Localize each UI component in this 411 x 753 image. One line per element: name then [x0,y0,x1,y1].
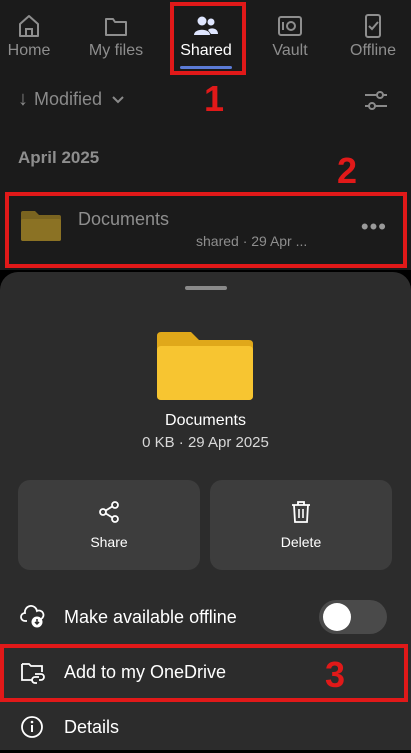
delete-label: Delete [280,534,322,550]
arrow-down-icon: ↓ [18,88,28,110]
cloud-download-icon [20,605,45,628]
share-label: Share [90,534,128,550]
folder-icon [157,332,253,400]
make-offline-item[interactable]: Make available offline [0,591,411,643]
toggle-knob [323,603,351,631]
tab-offline-label: Offline [350,42,396,59]
annotation-box-3 [0,644,408,702]
sheet-item-name: Documents [165,412,246,429]
annotation-number-2: 2 [337,150,358,191]
annotation-box-1 [170,2,246,75]
tab-my-files-label: My files [88,42,144,59]
share-icon [99,501,119,523]
annotation-number-1: 1 [204,78,225,119]
annotation-number-3: 3 [325,654,346,695]
sort-label: Modified [34,89,103,109]
offline-toggle[interactable] [319,600,387,634]
sort-button[interactable]: ↓ Modified [18,88,126,111]
vault-icon [278,16,302,36]
annotation-box-2 [5,192,407,268]
section-header: April 2025 [18,148,100,167]
tab-vault[interactable]: Vault [268,0,312,80]
folder-icon [105,18,127,36]
info-icon [21,716,43,738]
details-item[interactable]: Details [0,701,411,753]
tab-home[interactable]: Home [4,0,54,80]
tab-my-files[interactable]: My files [84,0,148,80]
make-offline-label: Make available offline [64,606,237,627]
tab-vault-label: Vault [272,42,308,59]
share-button[interactable]: Share [18,480,200,570]
chevron-down-icon [112,95,124,103]
filter-icon[interactable] [363,89,389,113]
delete-button[interactable]: Delete [210,480,392,570]
tab-offline[interactable]: Offline [346,0,400,80]
tab-home-label: Home [7,42,51,59]
sheet-item-meta: 0 KB · 29 Apr 2025 [142,434,269,451]
details-label: Details [64,716,120,737]
home-icon [19,15,39,37]
sheet-drag-handle[interactable] [185,286,227,290]
offline-phone-icon [365,14,381,38]
trash-icon [292,501,310,523]
